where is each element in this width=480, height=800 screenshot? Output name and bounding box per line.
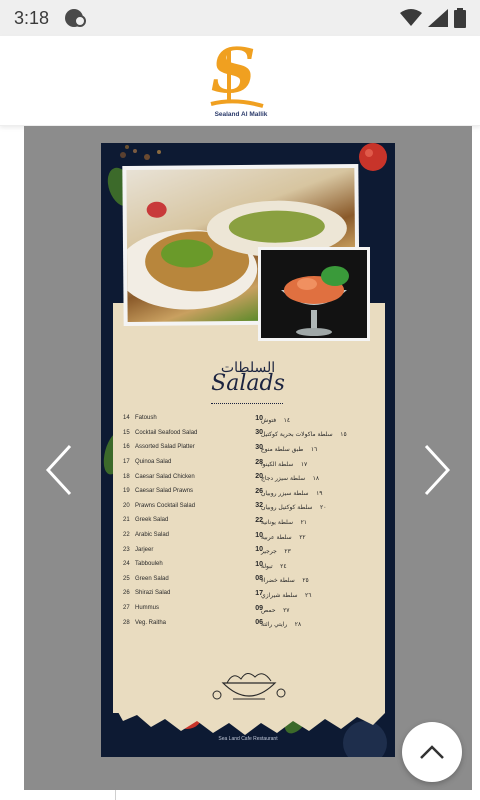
menu-item-arabic: ١٨ سلطة سيزر دجاج — [261, 475, 320, 483]
logo[interactable]: S Sealand Al Mallik — [205, 34, 275, 122]
cocktail-photo-art — [281, 266, 349, 336]
menu-item: 26 Shirazi Salad 17 — [123, 589, 263, 597]
menu-item-arabic: ٢٢ سلطة عربية — [261, 533, 306, 541]
logo-caption: Sealand Al Mallik — [214, 110, 268, 118]
chevron-up-icon — [420, 745, 444, 759]
menu-item: 17 Quinoa Salad 28 — [123, 458, 263, 466]
menu-item: 15 Cocktail Seafood Salad 30 — [123, 429, 263, 437]
status-bar: 3:18 — [0, 0, 480, 36]
menu-item: 23 Jarjeer 10 — [123, 546, 263, 554]
menu-item-arabic: ١٩ سلطة سيزر روبيان — [261, 489, 323, 497]
menu-item-arabic: ١٧ سلطة الكينوا — [261, 460, 308, 468]
menu-item-arabic: ٢٤ تبولة — [261, 562, 287, 570]
title-divider — [211, 403, 283, 404]
menu-list-english: 14 Fatoush 10 15 Cocktail Seafood Salad 30 1… — [123, 411, 263, 630]
status-time: 3:18 — [14, 7, 50, 28]
signal-icon — [428, 9, 448, 27]
bottom-bar — [0, 790, 480, 800]
menu-item: 28 Veg. Raitha 06 — [123, 619, 263, 627]
menu-item-arabic: ١٥ سلطة ماكولات بحرية كوكتيل — [261, 431, 347, 439]
menu-item-arabic: ٢٠ سلطة كوكتيل روبيان — [261, 504, 327, 512]
menu-list-arabic: ١٤ فتوش ١٥ سلطة ماكولات بحرية كوكتيل ١٦ طبق… — [261, 413, 379, 632]
wifi-icon — [400, 9, 422, 26]
menu-item-arabic: ٢٧ حمص — [261, 606, 290, 614]
menu-item-arabic: ٢٦ سلطة شيرازي — [261, 591, 312, 599]
logo-swoosh — [210, 47, 264, 108]
chevron-right-icon[interactable] — [416, 440, 456, 500]
menu-item-arabic: ١٦ طبق سلطة منوع — [261, 445, 318, 453]
salad-bowl-icon — [212, 673, 286, 700]
menu-item: 24 Tabbouleh 10 — [123, 560, 263, 568]
chevron-left-icon[interactable] — [40, 440, 80, 500]
menu-item: 21 Greek Salad 22 — [123, 516, 263, 524]
section-title: Salads — [211, 371, 285, 396]
menu-item: 25 Green Salad 08 — [123, 575, 263, 583]
menu-item: 16 Assorted Salad Platter 30 — [123, 443, 263, 451]
menu-item-arabic: ٢٥ سلطة خضراء — [261, 577, 309, 585]
notification-icon — [65, 9, 87, 27]
salad-photo-cocktail — [258, 247, 370, 341]
menu-item-arabic: ٢٣ جرجير — [261, 548, 291, 556]
scroll-to-top-button[interactable] — [402, 722, 462, 782]
menu-item-arabic: ١٤ فتوش — [261, 416, 291, 424]
menu-poster[interactable]: السلطات Salads 14 Fatoush 10 15 Cocktail Se… — [101, 143, 395, 757]
menu-item: 18 Caesar Salad Chicken 20 — [123, 473, 263, 481]
battery-icon — [454, 8, 466, 28]
menu-item: 14 Fatoush 10 — [123, 414, 263, 422]
menu-item: 19 Caesar Salad Prawns 26 — [123, 487, 263, 495]
poster-footer: Sea Land Cafe Restaurant — [218, 736, 278, 742]
menu-item: 27 Hummus 09 — [123, 604, 263, 612]
menu-item-arabic: ٢٨ رايتي رائتة — [261, 621, 302, 629]
menu-item: 20 Prawns Cocktail Salad 32 — [123, 502, 263, 510]
menu-item-arabic: ٢١ سلطة يونانية — [261, 518, 308, 526]
app-header: S Sealand Al Mallik — [0, 34, 480, 126]
menu-item: 22 Arabic Salad 10 — [123, 531, 263, 539]
status-icons — [400, 8, 466, 28]
